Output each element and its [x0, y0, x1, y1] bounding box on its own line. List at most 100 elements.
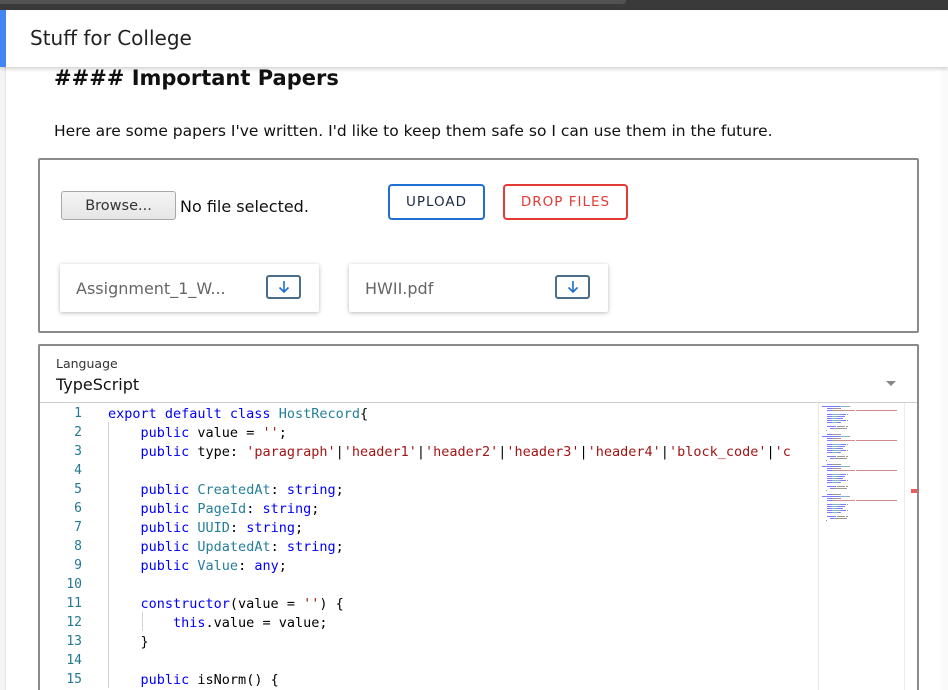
- minimap-line: [856, 500, 865, 501]
- code-area[interactable]: 1 2 3 4 5 6 7 8 9 10 11 12 13 14 15 export default cla…: [40, 403, 917, 690]
- minimap-line: [840, 436, 849, 437]
- minimap-line: [845, 516, 849, 517]
- code-token: 'c: [774, 444, 791, 460]
- line-number: 9: [74, 558, 82, 573]
- minimap-line: [836, 456, 844, 457]
- minimap-line: [846, 450, 848, 451]
- minimap-line: [846, 474, 848, 475]
- code-token: type:: [197, 444, 247, 460]
- minimap-line: [842, 508, 843, 509]
- code-token: public: [140, 672, 198, 688]
- code-line: constructor(value = '') {: [108, 596, 344, 612]
- minimap-line: [833, 488, 848, 489]
- minimap-line: [847, 500, 856, 501]
- minimap-line: [822, 496, 840, 497]
- minimap-line: [874, 500, 883, 501]
- code-token: |: [579, 444, 588, 460]
- language-label: Language: [56, 356, 118, 371]
- file-name: HWII.pdf: [365, 279, 434, 298]
- minimap-line: [840, 468, 842, 469]
- minimap-line: [845, 426, 849, 427]
- browser-top-strip: [0, 0, 948, 10]
- minimap-line: [840, 408, 842, 409]
- minimap-line: [826, 486, 837, 487]
- line-number: 7: [74, 520, 82, 535]
- minimap-line: [843, 476, 845, 477]
- minimap-line: [895, 470, 898, 471]
- code-lines[interactable]: export default class HostRecord{ public …: [108, 403, 818, 690]
- code-editor-panel: Language TypeScript 1 2 3 4 5 6 7 8 9 10 11 12 13 14 1…: [38, 344, 919, 690]
- minimap-line: [874, 470, 883, 471]
- minimap-line: [842, 478, 843, 479]
- code-token: |: [416, 444, 426, 460]
- minimap-line: [847, 410, 856, 411]
- code-token: .value = value;: [205, 615, 328, 631]
- minimap-line: [840, 438, 842, 439]
- browse-button[interactable]: Browse...: [61, 191, 176, 220]
- minimap-line: [895, 440, 898, 441]
- minimap-line: [847, 470, 856, 471]
- code-token: 'block_code': [668, 444, 767, 460]
- file-card[interactable]: HWII.pdf: [349, 264, 608, 312]
- code-token: :: [238, 558, 255, 574]
- line-number: 10: [66, 577, 82, 592]
- code-token: 'paragraph': [246, 444, 336, 460]
- code-token: PageId: [197, 501, 247, 517]
- minimap-line: [845, 456, 849, 457]
- line-number: 15: [66, 672, 82, 687]
- page-scrollbar[interactable]: [941, 10, 948, 690]
- download-arrow-icon: [567, 281, 578, 294]
- code-token: public: [140, 482, 198, 498]
- left-gutter: [0, 10, 6, 690]
- dropdown-caret-icon[interactable]: [886, 381, 896, 386]
- minimap-line: [825, 460, 827, 461]
- minimap-line: [840, 406, 849, 407]
- minimap-line: [847, 440, 856, 441]
- drop-files-button[interactable]: DROP FILES: [503, 184, 628, 220]
- minimap-line: [842, 448, 843, 449]
- line-number: 6: [74, 501, 82, 516]
- minimap-line: [843, 416, 845, 417]
- download-button[interactable]: [555, 275, 590, 299]
- minimap-line: [822, 466, 840, 467]
- code-line: export default class HostRecord{: [108, 406, 368, 422]
- file-card[interactable]: Assignment_1_W...: [60, 264, 319, 312]
- code-token: CreatedAt: [197, 482, 271, 498]
- minimap-line: [883, 440, 895, 441]
- minimap-line: [843, 506, 845, 507]
- line-number: 11: [66, 596, 82, 611]
- code-line: public value = '';: [108, 425, 287, 441]
- minimap-line: [836, 440, 847, 441]
- download-button[interactable]: [266, 275, 301, 299]
- upload-button[interactable]: UPLOAD: [388, 184, 485, 220]
- code-token: |: [660, 444, 669, 460]
- minimap-line: [840, 496, 849, 497]
- minimap-line: [849, 466, 850, 467]
- code-line: public PageId: string;: [108, 501, 320, 517]
- editor-scrollbar[interactable]: [904, 403, 917, 690]
- minimap-line: [846, 480, 848, 481]
- minimap-line: [883, 500, 895, 501]
- minimap-line: [849, 496, 850, 497]
- minimap-line: [832, 494, 841, 495]
- intro-text: Here are some papers I've written. I'd l…: [54, 122, 773, 140]
- code-token: public: [140, 425, 198, 441]
- language-select[interactable]: TypeScript: [56, 375, 139, 394]
- line-number-gutter: 1 2 3 4 5 6 7 8 9 10 11 12 13 14 15: [40, 403, 92, 690]
- code-token: value =: [197, 425, 263, 441]
- code-line: public CreatedAt: string;: [108, 482, 344, 498]
- minimap-line: [836, 426, 844, 427]
- code-line: this.value = value;: [108, 615, 327, 631]
- code-minimap[interactable]: [818, 403, 904, 690]
- minimap-line: [856, 410, 865, 411]
- code-token: :: [246, 501, 263, 517]
- minimap-line: [840, 452, 842, 453]
- minimap-line: [833, 428, 848, 429]
- minimap-line: [846, 414, 848, 415]
- minimap-line: [883, 410, 895, 411]
- code-token: 'header1': [343, 444, 417, 460]
